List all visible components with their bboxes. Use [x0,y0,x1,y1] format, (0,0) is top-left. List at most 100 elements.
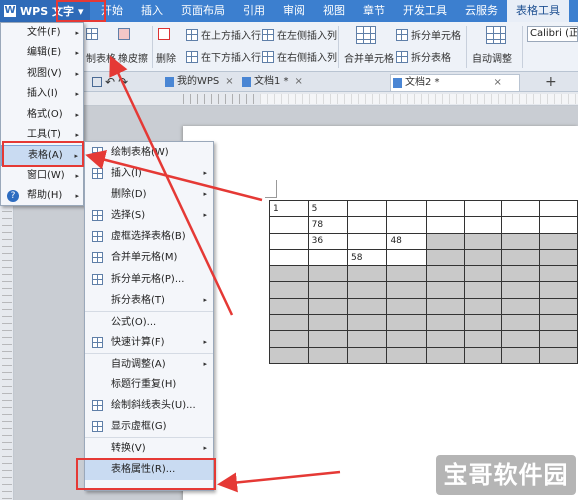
table-cell[interactable] [539,346,578,364]
table-cell[interactable]: 36 [307,232,349,250]
insert-left-button[interactable]: 在左侧插入列 [262,27,337,42]
table-cell[interactable] [463,297,503,316]
redo-icon[interactable]: ↷ [118,75,128,89]
table-cell[interactable] [539,248,578,267]
table-cell[interactable] [539,232,578,250]
table-cell[interactable] [425,281,465,299]
table-cell[interactable] [425,265,465,283]
table-submenu-item-1[interactable]: 插入(I) ▸ [85,163,213,184]
table-cell[interactable] [307,346,349,364]
new-tab-button[interactable]: + [545,74,557,90]
table-cell[interactable] [269,330,309,348]
table-cell[interactable] [539,330,578,348]
table-cell[interactable] [425,232,465,250]
split-table-button[interactable]: 拆分表格 [396,49,451,64]
table-cell[interactable] [307,330,349,348]
table-cell[interactable] [347,297,388,316]
table-cell[interactable] [386,265,427,283]
table-cell[interactable] [463,248,503,267]
table-cell[interactable] [539,199,578,218]
table-cell[interactable] [501,281,541,299]
table-cell[interactable] [347,265,388,283]
table-cell[interactable] [307,265,349,283]
table-submenu-item-2[interactable]: 删除(D) ▸ [85,184,213,205]
table-submenu-item-5[interactable]: 合并单元格(M) [85,247,213,268]
table-cell[interactable] [269,232,309,250]
table-submenu-item-11[interactable]: 标题行重复(H) [85,374,213,395]
table-cell[interactable] [539,297,578,316]
table-cell[interactable] [307,297,349,316]
table-cell[interactable] [386,281,427,299]
tab-document-2[interactable]: 文档2 * × [390,74,520,91]
tab-document-1[interactable]: 文档1 * × [240,74,303,91]
tab-ribbon-9[interactable]: 表格工具 [507,0,569,22]
table-submenu-item-0[interactable]: 绘制表格(W) [85,142,213,163]
table-cell[interactable] [425,297,465,316]
table-submenu-item-6[interactable]: 拆分单元格(P)... [85,269,213,290]
table-cell[interactable]: 58 [347,248,388,267]
table-cell[interactable] [269,216,309,234]
table-cell[interactable] [386,330,427,348]
table-cell[interactable] [347,330,388,348]
table-cell[interactable] [501,248,541,267]
table-cell[interactable] [539,314,578,332]
table-cell[interactable] [307,248,349,267]
table-cell[interactable] [269,265,309,283]
close-icon[interactable]: × [494,77,502,88]
tab-my-wps[interactable]: 我的WPS × [163,74,234,91]
table-cell[interactable] [307,281,349,299]
table-cell[interactable] [386,314,427,332]
table-cell[interactable] [386,346,427,364]
tab-ribbon-6[interactable]: 章节 [354,0,394,22]
tab-ribbon-7[interactable]: 开发工具 [394,0,456,22]
table-cell[interactable] [425,346,465,364]
table-cell[interactable] [386,248,427,267]
table-submenu-item-10[interactable]: 自动调整(A) ▸ [85,352,213,374]
table-cell[interactable] [269,281,309,299]
main-menu-item-2[interactable]: 视图(V) ▸ [1,64,83,84]
close-icon[interactable]: × [295,76,303,87]
insert-below-button[interactable]: 在下方插入行 [186,49,261,64]
table-cell[interactable]: 48 [386,232,427,250]
main-menu-item-4[interactable]: 格式(O) ▸ [1,105,83,125]
merge-cells-button[interactable] [356,26,376,44]
main-menu-item-1[interactable]: 编辑(E) ▸ [1,43,83,63]
table-cell[interactable] [501,297,541,316]
table-cell[interactable] [539,216,578,234]
table-cell[interactable] [463,330,503,348]
tab-ribbon-2[interactable]: 页面布局 [172,0,234,22]
table-submenu-item-8[interactable]: 公式(O)... [85,310,213,332]
tab-ribbon-4[interactable]: 审阅 [274,0,314,22]
table-cell[interactable] [425,199,465,218]
table-cell[interactable] [269,346,309,364]
table-cell[interactable]: 1 [269,199,309,218]
table-submenu-item-9[interactable]: 快速计算(F) ▸ [85,332,213,353]
insert-right-button[interactable]: 在右侧插入列 [262,49,337,64]
table-cell[interactable] [463,314,503,332]
table-cell[interactable] [501,216,541,234]
table-submenu-item-12[interactable]: 绘制斜线表头(U)... [85,395,213,416]
table-cell[interactable]: 5 [307,199,349,218]
table-cell[interactable] [501,199,541,218]
eraser-button[interactable] [118,28,130,40]
table-cell[interactable] [463,199,503,218]
table-cell[interactable] [501,330,541,348]
document-table[interactable]: 1 5 78 36 48 58 [269,199,578,364]
auto-fit-button[interactable] [486,26,506,44]
table-cell[interactable] [425,314,465,332]
table-cell[interactable] [539,265,578,283]
table-cell[interactable] [386,297,427,316]
table-submenu-item-7[interactable]: 拆分表格(T) ▸ [85,290,213,311]
table-cell[interactable] [386,216,427,234]
table-cell[interactable] [269,248,309,267]
table-cell[interactable] [463,216,503,234]
save-icon[interactable] [92,77,102,87]
tab-ribbon-1[interactable]: 插入 [132,0,172,22]
table-submenu-item-14[interactable]: 转换(V) ▸ [85,437,213,458]
main-menu-item-0[interactable]: 文件(F) ▸ [1,23,83,43]
tab-ribbon-8[interactable]: 云服务 [456,0,507,22]
table-cell[interactable] [386,199,427,218]
table-cell[interactable] [307,314,349,332]
table-cell[interactable] [501,314,541,332]
delete-button[interactable] [158,28,170,40]
